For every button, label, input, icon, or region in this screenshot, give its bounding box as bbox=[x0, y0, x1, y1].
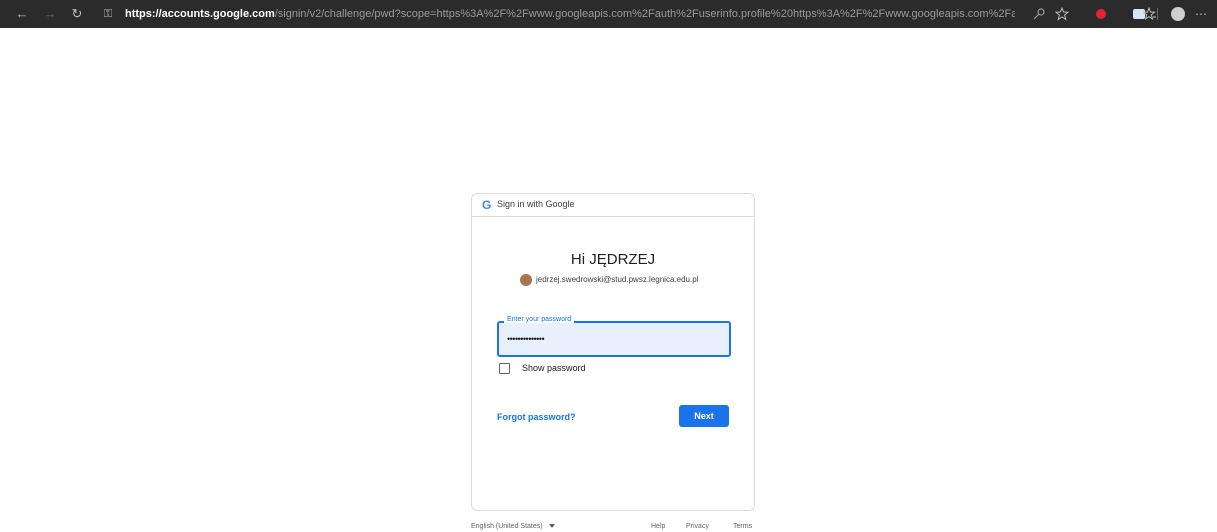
card-header-title: Sign in with Google bbox=[497, 199, 575, 209]
next-button[interactable]: Next bbox=[679, 405, 729, 427]
language-selector[interactable]: English (United States) bbox=[471, 523, 555, 530]
back-arrow-icon[interactable]: ← bbox=[14, 0, 30, 28]
password-field-label: Enter your password bbox=[504, 316, 575, 323]
show-password-checkbox[interactable] bbox=[499, 363, 510, 374]
privacy-link[interactable]: Privacy bbox=[686, 523, 709, 530]
address-bar[interactable]: https://accounts.google.com/signin/v2/ch… bbox=[125, 0, 1015, 28]
help-link[interactable]: Help bbox=[651, 523, 665, 530]
greeting-heading: Hi JĘDRZEJ bbox=[570, 251, 656, 268]
card-header: G Sign in with Google bbox=[472, 194, 754, 217]
url-path: /signin/v2/challenge/pwd?scope=https%3A%… bbox=[274, 8, 1015, 20]
add-favorite-icon[interactable] bbox=[1055, 7, 1069, 21]
reload-icon[interactable]: ↻ bbox=[69, 0, 85, 28]
url-host: https://accounts.google.com bbox=[125, 8, 275, 20]
browser-toolbar: ← → ↻ ⚿ https://accounts.google.com/sign… bbox=[0, 0, 1217, 28]
chevron-down-icon bbox=[548, 524, 555, 529]
forward-arrow-icon[interactable]: → bbox=[42, 0, 58, 28]
key-icon[interactable] bbox=[1033, 8, 1045, 20]
google-logo-icon: G bbox=[482, 198, 492, 212]
avatar[interactable] bbox=[520, 274, 532, 286]
more-options-icon[interactable]: ⋯ bbox=[1192, 0, 1210, 28]
sign-in-card: G Sign in with Google Hi JĘDRZEJ jedrzej… bbox=[471, 193, 755, 511]
account-email[interactable]: jedrzej.swedrowski@stud.pwsz.legnica.edu… bbox=[536, 275, 698, 284]
toolbar-divider bbox=[1157, 8, 1158, 20]
forgot-password-link[interactable]: Forgot password? bbox=[497, 412, 576, 422]
terms-link[interactable]: Terms bbox=[733, 523, 752, 530]
language-label: English (United States) bbox=[471, 523, 543, 530]
show-password-label[interactable]: Show password bbox=[522, 363, 586, 373]
favorites-icon[interactable] bbox=[1143, 7, 1157, 21]
lock-icon[interactable]: ⚿ bbox=[101, 0, 115, 28]
profile-avatar-icon[interactable] bbox=[1171, 7, 1185, 21]
extension-red-icon[interactable] bbox=[1096, 9, 1106, 19]
password-value[interactable]: •••••••••••••• bbox=[507, 334, 545, 344]
